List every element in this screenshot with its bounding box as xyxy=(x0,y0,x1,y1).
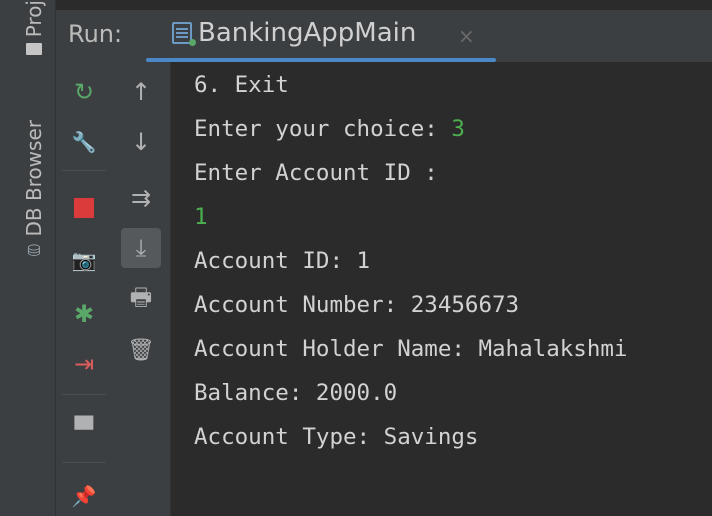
toolbar-divider xyxy=(62,394,106,395)
console-icon xyxy=(172,22,196,46)
toolbar-divider xyxy=(62,170,106,171)
close-icon[interactable]: × xyxy=(458,24,475,48)
soft-wrap-icon: ⇉ xyxy=(130,184,152,212)
pin-tab-button[interactable]: 📌 xyxy=(64,476,104,516)
folder-icon xyxy=(26,43,42,56)
project-tab-label: Proj xyxy=(22,0,46,38)
rerun-button[interactable]: ↻ xyxy=(64,72,104,112)
stop-button[interactable] xyxy=(64,188,104,228)
db-browser-tab-label: DB Browser xyxy=(22,120,46,237)
console-line: Account Number: 23456673 xyxy=(194,292,520,318)
camera-icon: 📷 xyxy=(71,248,97,272)
debug-icon: ✱ xyxy=(73,300,95,328)
console-output[interactable]: 6. Exit Enter your choice: 3 Enter Accou… xyxy=(171,62,712,516)
scroll-to-end-button[interactable]: ⤓ xyxy=(121,228,161,268)
user-input: 3 xyxy=(451,116,465,142)
console-line: Account Holder Name: Mahalakshmi xyxy=(194,336,628,362)
console-line: Account Type: Savings xyxy=(194,424,479,450)
soft-wrap-button[interactable]: ⇉ xyxy=(121,178,161,218)
trash-icon: 🗑 xyxy=(127,337,155,363)
exit-icon: ⇥ xyxy=(73,350,95,378)
settings-button[interactable]: 🔧 xyxy=(64,122,104,162)
run-tab-banking-app-main[interactable]: BankingAppMain × xyxy=(146,10,496,62)
run-tool-window-header: Run: BankingAppMain × xyxy=(56,10,712,63)
layout-button[interactable]: ▀ xyxy=(64,410,104,450)
stop-icon xyxy=(74,198,94,218)
arrow-down-icon: ↓ xyxy=(130,128,152,156)
console-line: 6. Exit xyxy=(194,72,289,98)
run-tab-title: BankingAppMain xyxy=(198,18,417,48)
layout-icon: ▀ xyxy=(74,416,94,444)
tool-window-strip: Proj DB Browser ⛁ xyxy=(0,0,56,516)
toolbar-divider xyxy=(62,462,106,463)
console-line: 1 xyxy=(194,202,208,232)
console-line: Enter your choice: 3 xyxy=(194,116,465,142)
run-toolbar-primary: ↻ 🔧 📷 ✱ ⇥ ▀ 📌 xyxy=(56,62,112,516)
clear-all-button[interactable]: 🗑 xyxy=(121,330,161,370)
console-line: Account ID: 1 xyxy=(194,248,371,274)
down-button[interactable]: ↓ xyxy=(121,122,161,162)
debug-button[interactable]: ✱ xyxy=(64,294,104,334)
print-icon: 🖶 xyxy=(129,282,153,311)
scroll-to-end-icon: ⤓ xyxy=(135,234,147,262)
project-tool-tab[interactable]: Proj xyxy=(16,0,52,80)
database-icon: ⛁ xyxy=(27,240,41,260)
run-toolbar-secondary: ↑ ↓ ⇉ ⤓ 🖶 🗑 xyxy=(112,62,171,516)
db-browser-tool-tab[interactable]: DB Browser ⛁ xyxy=(16,120,52,300)
console-line: Balance: 2000.0 xyxy=(194,380,398,406)
arrow-up-icon: ↑ xyxy=(130,78,152,106)
run-label: Run: xyxy=(68,20,123,48)
pin-icon: 📌 xyxy=(71,484,97,508)
print-button[interactable]: 🖶 xyxy=(121,280,161,320)
console-line: Enter Account ID : xyxy=(194,160,438,186)
up-button[interactable]: ↑ xyxy=(121,72,161,112)
wrench-icon: 🔧 xyxy=(71,130,97,154)
dump-threads-button[interactable]: 📷 xyxy=(64,240,104,280)
exit-button[interactable]: ⇥ xyxy=(64,344,104,384)
rerun-icon: ↻ xyxy=(73,78,95,106)
user-input: 1 xyxy=(194,204,208,230)
